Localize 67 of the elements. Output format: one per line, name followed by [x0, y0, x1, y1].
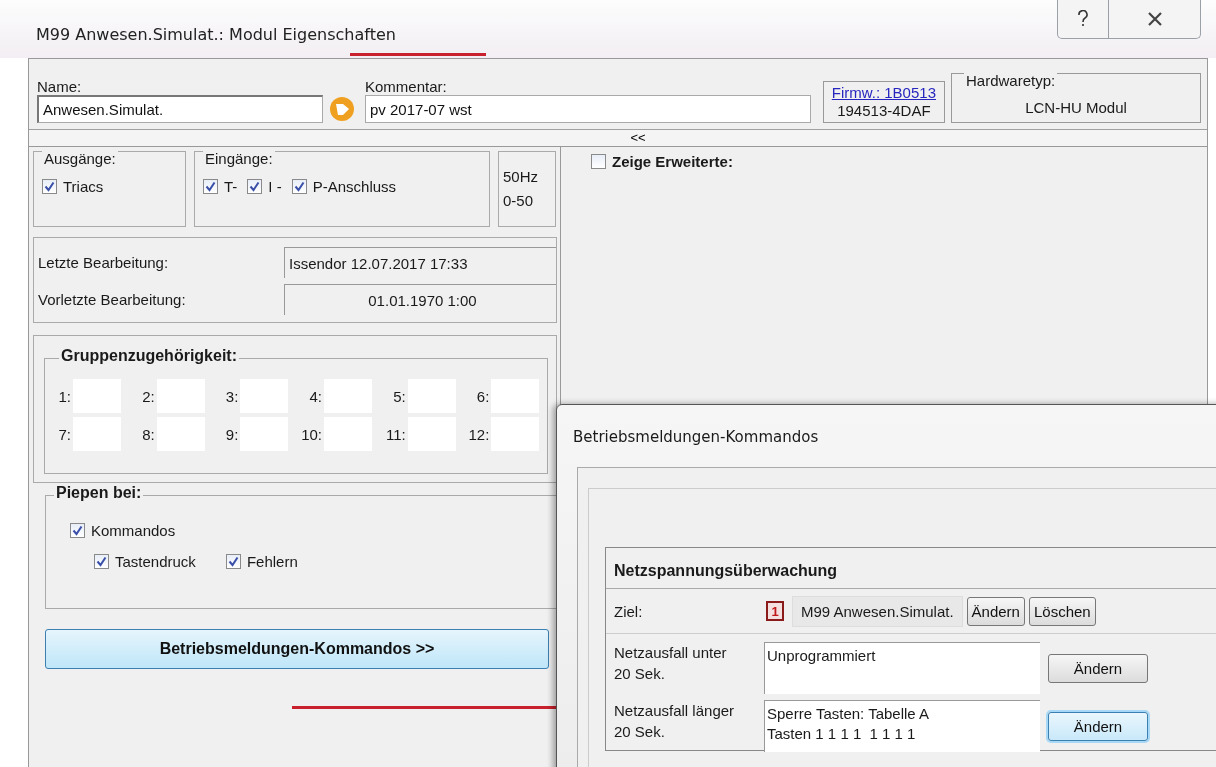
group-label: 2:	[141, 387, 155, 405]
checkbox[interactable]	[94, 554, 109, 569]
group-title: Gruppenzugehörigkeit:	[59, 347, 239, 365]
checkbox-label: Fehlern	[246, 553, 298, 570]
checkbox[interactable]	[42, 179, 57, 194]
checkbox[interactable]	[203, 179, 218, 194]
group-title: Ausgänge:	[42, 150, 118, 167]
commands-button[interactable]: Betriebsmeldungen-Kommandos >>	[45, 629, 549, 669]
edit-label: Letzte Bearbeitung:	[38, 254, 169, 271]
checkbox-label: T-	[224, 178, 238, 195]
checkbox-label: Kommandos	[91, 522, 176, 539]
checkbox[interactable]	[225, 554, 241, 569]
group-label: 11:	[384, 425, 406, 443]
group-label: 12:	[467, 425, 490, 443]
group-label: 7:	[57, 425, 71, 443]
frequency-text: 0-50	[503, 191, 535, 211]
firmware-link[interactable]: Firmw.: 1B0513	[831, 84, 936, 102]
checkbox[interactable]	[70, 523, 85, 538]
edit-value: Issendor 12.07.2017 17:33	[284, 247, 556, 278]
name-label: Name:	[37, 78, 83, 95]
group-label: 6:	[475, 387, 490, 405]
checkbox-label: I -	[268, 178, 282, 195]
dialog-title: Betriebsmeldungen-Kommandos	[573, 428, 819, 446]
edit-value: 01.01.1970 1:00	[284, 284, 556, 315]
group-label: 3:	[224, 387, 239, 405]
command-text: Tasten 1 1 1 1 1 1 1 1	[767, 724, 917, 744]
close-button[interactable]	[1109, 0, 1201, 39]
hardware-value: LCN-HU Modul	[1025, 99, 1127, 116]
row-label: Netzausfall unter 20 Sek.	[614, 643, 728, 684]
target-label: Ziel:	[614, 602, 644, 620]
name-field[interactable]: Anwesen.Simulat.	[37, 95, 323, 123]
edit-label: Vorletzte Bearbeitung:	[38, 291, 186, 308]
command-text: Sperre Tasten: Tabelle A	[767, 704, 931, 724]
change-button[interactable]: Ändern	[1048, 712, 1148, 741]
checkbox-label: P-Anschluss	[312, 178, 397, 195]
comment-field[interactable]: pv 2017-07 wst	[365, 95, 811, 123]
close-icon	[1146, 12, 1163, 26]
target-value: M99 Anwesen.Simulat.	[792, 595, 963, 627]
checkbox[interactable]	[247, 179, 263, 194]
row-label: Netzausfall länger 20 Sek.	[614, 701, 736, 742]
target-button[interactable]: Löschen	[1028, 596, 1096, 626]
checkbox-label: Triacs	[63, 178, 104, 195]
section-title: Netzspannungsüberwachung	[606, 548, 1216, 589]
group-title: Piepen bei:	[54, 484, 144, 502]
window-title: M99 Anwesen.Simulat.: Modul Eigenschaften	[36, 25, 396, 44]
group-title: Eingänge:	[203, 150, 275, 167]
group-label: 5:	[392, 387, 406, 405]
hardware-label: Hardwaretyp:	[964, 72, 1058, 89]
group-label: 4:	[308, 387, 322, 405]
target-badge: 1	[766, 601, 784, 621]
frequency-text: 50Hz	[503, 167, 540, 187]
firmware-id: 194513-4DAF	[837, 102, 931, 120]
group-label: 1:	[57, 387, 71, 405]
group-label: 10:	[300, 425, 322, 443]
checkbox-label: Tastendruck	[115, 553, 196, 570]
group-label: 8:	[141, 425, 155, 443]
target-button[interactable]: Ändern	[966, 596, 1025, 626]
command-text: Unprogrammiert	[767, 646, 877, 666]
comment-label: Kommentar:	[365, 78, 448, 95]
checkbox[interactable]	[591, 154, 606, 169]
checkbox-label: Zeige Erweiterte:	[612, 153, 733, 170]
change-button[interactable]: Ändern	[1048, 654, 1148, 683]
collapse-button[interactable]: <<	[590, 130, 646, 146]
checkbox[interactable]	[291, 179, 307, 194]
help-button[interactable]	[1057, 0, 1109, 39]
help-icon	[1076, 10, 1090, 28]
group-label: 9:	[224, 425, 239, 443]
